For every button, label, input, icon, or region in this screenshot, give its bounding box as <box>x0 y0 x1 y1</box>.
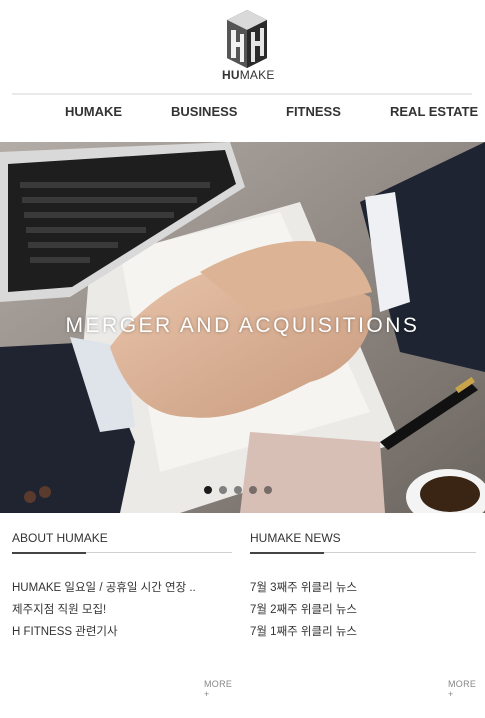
about-list-item[interactable]: 제주지점 직원 모집! <box>12 599 196 621</box>
slider-dot[interactable] <box>249 486 257 494</box>
hero-title: MERGER AND ACQUISITIONS <box>65 314 420 337</box>
about-list-item[interactable]: H FITNESS 관련기사 <box>12 621 196 643</box>
slider-dot[interactable] <box>204 486 212 494</box>
hh-cube-logo-icon <box>227 10 267 68</box>
logo-wordmark: HUMAKE <box>222 68 275 82</box>
news-section: HUMAKE NEWS 7월 3째주 위클리 뉴스 7월 2째주 위클리 뉴스 … <box>250 520 476 699</box>
news-section-title: HUMAKE NEWS <box>250 531 341 545</box>
nav-item-fitness[interactable]: FITNESS <box>286 104 341 119</box>
about-more-link[interactable]: MORE + <box>204 679 232 699</box>
nav-item-humake[interactable]: HUMAKE <box>65 104 122 119</box>
slider-dot[interactable] <box>234 486 242 494</box>
nav-divider <box>12 93 472 95</box>
site-logo[interactable]: HUMAKE <box>222 8 275 82</box>
news-divider-accent <box>250 552 324 554</box>
about-section-title: ABOUT HUMAKE <box>12 531 108 545</box>
about-section: ABOUT HUMAKE HUMAKE 일요일 / 공휴일 시간 연장 .. 제… <box>12 520 232 699</box>
hero-slider[interactable]: MERGER AND ACQUISITIONS <box>0 142 485 513</box>
nav-item-business[interactable]: BUSINESS <box>171 104 237 119</box>
about-list-item[interactable]: HUMAKE 일요일 / 공휴일 시간 연장 .. <box>12 577 196 599</box>
about-list: HUMAKE 일요일 / 공휴일 시간 연장 .. 제주지점 직원 모집! H … <box>12 577 196 643</box>
news-list-item[interactable]: 7월 1째주 위클리 뉴스 <box>250 621 357 643</box>
main-navigation: HUMAKE BUSINESS FITNESS REAL ESTATE <box>0 96 485 141</box>
slider-dot[interactable] <box>264 486 272 494</box>
news-more-link[interactable]: MORE + <box>448 679 476 699</box>
nav-item-real-estate[interactable]: REAL ESTATE <box>390 104 478 119</box>
news-list-item[interactable]: 7월 3째주 위클리 뉴스 <box>250 577 357 599</box>
about-divider-accent <box>12 552 86 554</box>
site-header: HUMAKE <box>0 0 485 95</box>
news-list: 7월 3째주 위클리 뉴스 7월 2째주 위클리 뉴스 7월 1째주 위클리 뉴… <box>250 577 357 643</box>
news-list-item[interactable]: 7월 2째주 위클리 뉴스 <box>250 599 357 621</box>
slider-dot[interactable] <box>219 486 227 494</box>
